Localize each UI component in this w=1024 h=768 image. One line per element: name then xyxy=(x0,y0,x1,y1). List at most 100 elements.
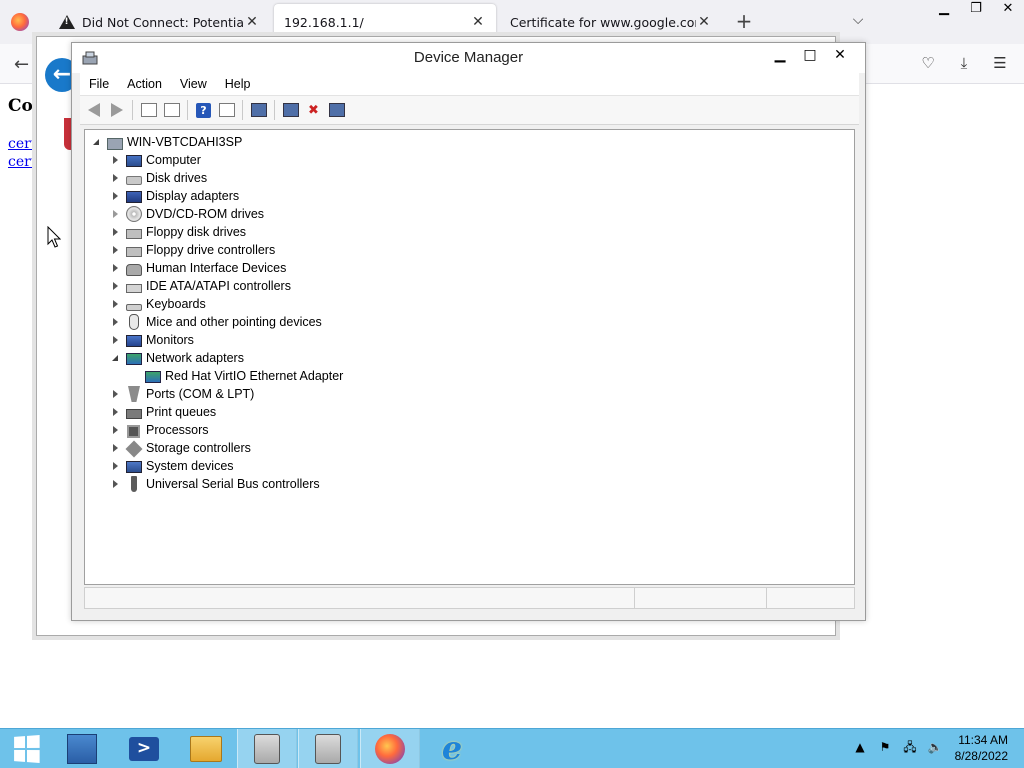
tree-category[interactable]: Ports (COM & LPT) xyxy=(110,385,254,403)
tree-category[interactable]: Computer xyxy=(110,151,201,169)
download-icon[interactable]: ⤓ xyxy=(954,54,974,74)
tab-security-issue[interactable]: Did Not Connect: Potential Security Issu… xyxy=(48,4,270,40)
menu-action[interactable]: Action xyxy=(118,77,171,91)
taskbar-internet-explorer[interactable]: e xyxy=(422,729,482,768)
list-all-tabs-chevron-icon[interactable]: ⌵ xyxy=(848,12,868,32)
tab-router[interactable]: 192.168.1.1/ ✕ xyxy=(274,4,496,40)
taskbar-device-manager-2[interactable] xyxy=(298,729,358,768)
uninstall-x-icon: ✖ xyxy=(308,102,319,118)
tree-item-label: Human Interface Devices xyxy=(146,261,287,275)
expand-triangle-icon[interactable] xyxy=(110,262,122,274)
minimize-icon[interactable]: ▁ xyxy=(928,0,960,20)
menu-hamburger-icon[interactable]: ☰ xyxy=(990,54,1010,74)
toolbar: ? ✖ xyxy=(80,95,859,125)
expand-triangle-icon[interactable] xyxy=(110,226,122,238)
tree-category[interactable]: Human Interface Devices xyxy=(110,259,286,277)
volume-muted-icon[interactable]: 🔈 xyxy=(925,737,945,757)
expand-triangle-icon[interactable] xyxy=(110,406,122,418)
tab-certificate[interactable]: Certificate for www.google.com ✕ xyxy=(500,4,722,40)
expand-triangle-icon[interactable] xyxy=(110,280,122,292)
tree-category[interactable]: Network adapters xyxy=(110,349,244,367)
cert-link[interactable]: cert xyxy=(8,154,36,170)
tree-category[interactable]: Print queues xyxy=(110,403,216,421)
tree-category[interactable]: Storage controllers xyxy=(110,439,251,458)
start-button[interactable] xyxy=(0,729,52,768)
firefox-view-icon[interactable] xyxy=(11,13,29,31)
expand-triangle-icon[interactable] xyxy=(110,316,122,328)
tree-category[interactable]: Processors xyxy=(110,421,209,439)
properties-button[interactable] xyxy=(160,99,183,121)
show-hidden-icons-chevron-icon[interactable]: ▲ xyxy=(850,737,870,757)
tree-category[interactable]: Floppy disk drives xyxy=(110,223,246,241)
close-tab-icon[interactable]: ✕ xyxy=(244,14,260,30)
close-tab-icon[interactable]: ✕ xyxy=(696,14,712,30)
close-icon[interactable]: ✕ xyxy=(825,45,855,65)
new-tab-plus-icon[interactable]: + xyxy=(734,11,754,31)
taskbar-powershell[interactable]: > xyxy=(114,729,174,768)
tree-category[interactable]: Keyboards xyxy=(110,295,206,313)
window-title: Device Manager xyxy=(413,49,524,66)
tree-root[interactable]: WIN-VBTCDAHI3SP xyxy=(91,133,242,151)
tree-device[interactable]: Red Hat VirtIO Ethernet Adapter xyxy=(129,367,343,385)
network-icon[interactable]: 🖧 xyxy=(900,737,920,757)
floppy-controller-icon xyxy=(126,247,142,257)
action-pane-button[interactable] xyxy=(215,99,238,121)
browser-window-controls: ▁ ❐ ✕ xyxy=(928,0,1024,22)
title-bar[interactable]: Device Manager ▁ □ ✕ xyxy=(72,43,865,73)
expand-triangle-icon[interactable] xyxy=(110,190,122,202)
device-tree[interactable]: WIN-VBTCDAHI3SP Computer Disk drives Displa… xyxy=(84,129,855,585)
system-device-icon xyxy=(126,461,142,473)
menu-view[interactable]: View xyxy=(171,77,216,91)
taskbar-device-manager-1[interactable] xyxy=(237,729,297,768)
action-center-flag-icon[interactable]: ⚑ xyxy=(875,737,895,757)
uninstall-device-button[interactable]: ✖ xyxy=(302,99,325,121)
tree-category[interactable]: Mice and other pointing devices xyxy=(110,313,322,331)
action-pane-icon xyxy=(218,103,235,117)
restore-icon[interactable]: ❐ xyxy=(960,0,992,20)
tree-category[interactable]: Disk drives xyxy=(110,169,207,187)
device-manager-window: Device Manager ▁ □ ✕ File Action View He… xyxy=(71,42,866,621)
expand-triangle-icon[interactable] xyxy=(110,388,122,400)
show-hide-console-tree-button[interactable] xyxy=(137,99,160,121)
expand-triangle-icon[interactable] xyxy=(110,208,122,220)
expand-triangle-icon[interactable] xyxy=(110,244,122,256)
forward-button[interactable] xyxy=(105,99,128,121)
taskbar-firefox[interactable] xyxy=(360,729,420,768)
taskbar-server-manager[interactable] xyxy=(52,729,112,768)
expand-triangle-icon[interactable] xyxy=(110,172,122,184)
collapse-triangle-icon[interactable] xyxy=(110,352,122,364)
cert-link[interactable]: cert xyxy=(8,136,36,152)
close-icon[interactable]: ✕ xyxy=(992,0,1024,20)
close-tab-icon[interactable]: ✕ xyxy=(470,14,486,30)
tree-category[interactable]: Floppy drive controllers xyxy=(110,241,275,259)
tree-category[interactable]: IDE ATA/ATAPI controllers xyxy=(110,277,291,295)
back-button[interactable] xyxy=(82,99,105,121)
tree-category[interactable]: DVD/CD-ROM drives xyxy=(110,205,264,223)
pocket-icon[interactable]: ♡ xyxy=(918,54,938,74)
collapse-triangle-icon[interactable] xyxy=(91,136,103,148)
back-arrow-icon[interactable]: ← xyxy=(14,54,29,75)
toolbar-separator xyxy=(242,100,243,120)
tree-category[interactable]: System devices xyxy=(110,457,234,475)
update-driver-button[interactable] xyxy=(279,99,302,121)
help-button[interactable]: ? xyxy=(192,99,215,121)
tree-category[interactable]: Monitors xyxy=(110,331,194,349)
expand-triangle-icon[interactable] xyxy=(110,478,122,490)
disable-device-button[interactable] xyxy=(325,99,348,121)
taskbar-file-explorer[interactable] xyxy=(176,729,236,768)
menu-file[interactable]: File xyxy=(80,77,118,91)
maximize-icon[interactable]: □ xyxy=(795,45,825,65)
expand-triangle-icon[interactable] xyxy=(110,424,122,436)
expand-triangle-icon[interactable] xyxy=(110,154,122,166)
scan-hardware-button[interactable] xyxy=(247,99,270,121)
tree-category[interactable]: Display adapters xyxy=(110,187,239,205)
expand-triangle-icon[interactable] xyxy=(110,460,122,472)
tree-category[interactable]: Universal Serial Bus controllers xyxy=(110,475,320,493)
clock[interactable]: 11:34 AM 8/28/2022 xyxy=(955,732,1008,764)
tree-item-label: System devices xyxy=(146,459,234,473)
expand-triangle-icon[interactable] xyxy=(110,442,122,454)
menu-help[interactable]: Help xyxy=(216,77,260,91)
minimize-icon[interactable]: ▁ xyxy=(765,45,795,65)
expand-triangle-icon[interactable] xyxy=(110,334,122,346)
expand-triangle-icon[interactable] xyxy=(110,298,122,310)
